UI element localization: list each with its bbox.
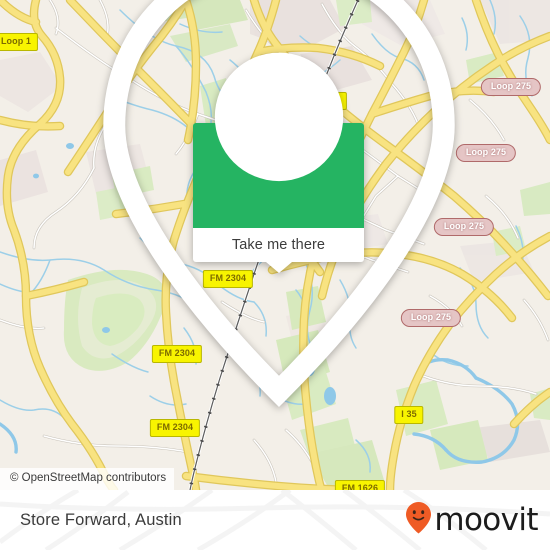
place-name-label: Store Forward, Austin xyxy=(20,510,182,529)
map-pin-icon xyxy=(4,0,550,421)
map-screenshot: Loop 1 FM 2304 Loop 275 Loop 275 Loop 27… xyxy=(0,0,550,550)
moovit-wordmark: moovit xyxy=(434,501,538,538)
take-me-there-label: Take me there xyxy=(231,237,326,253)
footer-content: Store Forward, Austin moovit xyxy=(0,490,550,550)
popup-pointer-tail xyxy=(265,262,292,273)
moovit-smiley-pin-icon xyxy=(405,501,432,539)
map-canvas[interactable]: Loop 1 FM 2304 Loop 275 Loop 275 Loop 27… xyxy=(0,0,550,490)
popup-header xyxy=(102,0,455,407)
footer-bar: Store Forward, Austin moovit xyxy=(0,490,550,550)
location-popup-card[interactable]: Take me there xyxy=(102,0,455,407)
moovit-brand[interactable]: moovit xyxy=(405,501,539,539)
osm-attribution[interactable]: © OpenStreetMap contributors xyxy=(0,467,175,490)
